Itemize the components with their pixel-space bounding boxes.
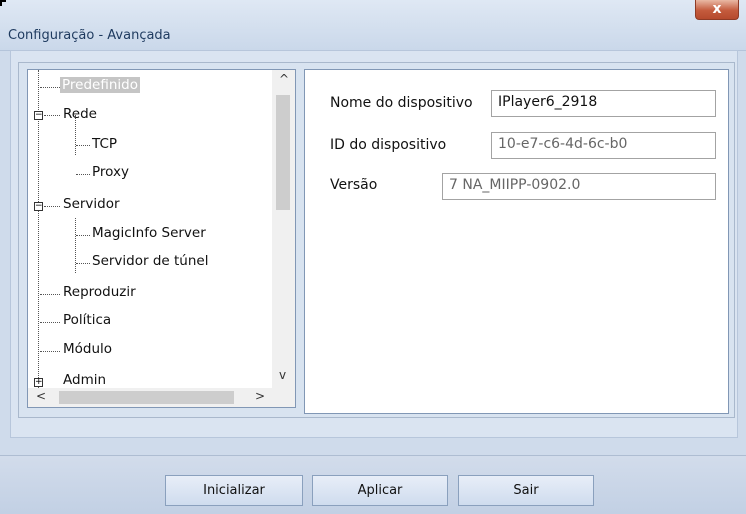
scroll-down-icon[interactable]: v [279,368,286,382]
tree-connector [76,174,90,175]
window-title: Configuração - Avançada [8,28,171,43]
expand-admin-icon[interactable]: + [34,378,43,387]
device-id-field: 10-e7-c6-4d-6c-b0 [491,132,716,159]
device-id-label: ID do dispositivo [330,137,447,153]
tree-item-servidor[interactable]: Servidor [63,196,120,212]
tree-horizontal-scrollbar[interactable]: < > [28,388,272,407]
device-name-label: Nome do dispositivo [330,95,473,111]
tree-connector [76,235,90,236]
scroll-up-icon[interactable]: ^ [279,72,289,86]
settings-panel: Nome do dispositivo IPlayer6_2918 ID do … [304,69,729,414]
tree-connector [44,115,60,116]
version-label: Versão [330,177,378,193]
tree-item-predefinido[interactable]: Predefinido [60,77,140,93]
tree-connector [44,206,60,207]
initialize-button[interactable]: Inicializar [165,475,303,506]
tree-canvas: Predefinido − Rede TCP Proxy − Servidor … [28,70,273,388]
title-bar: Configuração - Avançada x [0,0,746,51]
collapse-servidor-icon[interactable]: − [34,202,43,211]
device-name-field[interactable]: IPlayer6_2918 [491,90,716,117]
tree-item-modulo[interactable]: Módulo [63,341,112,357]
version-field: 7 NA_MIIPP-0902.0 [442,173,716,200]
window-corner [0,0,6,6]
scroll-left-icon[interactable]: < [36,389,46,403]
tree-item-rede[interactable]: Rede [63,106,97,122]
scrollbar-corner [272,388,295,407]
tree-connector [40,351,60,352]
vertical-scroll-thumb[interactable] [276,95,290,210]
tree-item-reproduzir[interactable]: Reproduzir [63,284,136,300]
tree-connector [40,294,60,295]
tree-item-politica[interactable]: Política [63,312,111,328]
tree-item-proxy[interactable]: Proxy [92,164,129,180]
tree-servidor-line [75,218,76,273]
apply-button[interactable]: Aplicar [312,475,448,506]
scroll-right-icon[interactable]: > [255,389,265,403]
settings-dialog: Configuração - Avançada x Predefinido − … [0,0,746,514]
settings-tree[interactable]: Predefinido − Rede TCP Proxy − Servidor … [27,69,296,408]
tree-item-magicinfo-server[interactable]: MagicInfo Server [92,225,206,241]
close-button[interactable]: x [695,0,739,20]
tree-connector [40,87,60,88]
horizontal-scroll-thumb[interactable] [59,391,234,404]
tree-item-servidor-de-tunel[interactable]: Servidor de túnel [92,253,208,269]
tree-item-tcp[interactable]: TCP [92,136,117,152]
tree-connector [40,322,60,323]
exit-button[interactable]: Sair [458,475,594,506]
tree-connector [76,145,90,146]
tree-item-admin[interactable]: Admin [63,372,106,388]
collapse-rede-icon[interactable]: − [34,111,43,120]
tree-vertical-scrollbar[interactable]: ^ v [272,70,295,388]
tree-connector [76,263,90,264]
